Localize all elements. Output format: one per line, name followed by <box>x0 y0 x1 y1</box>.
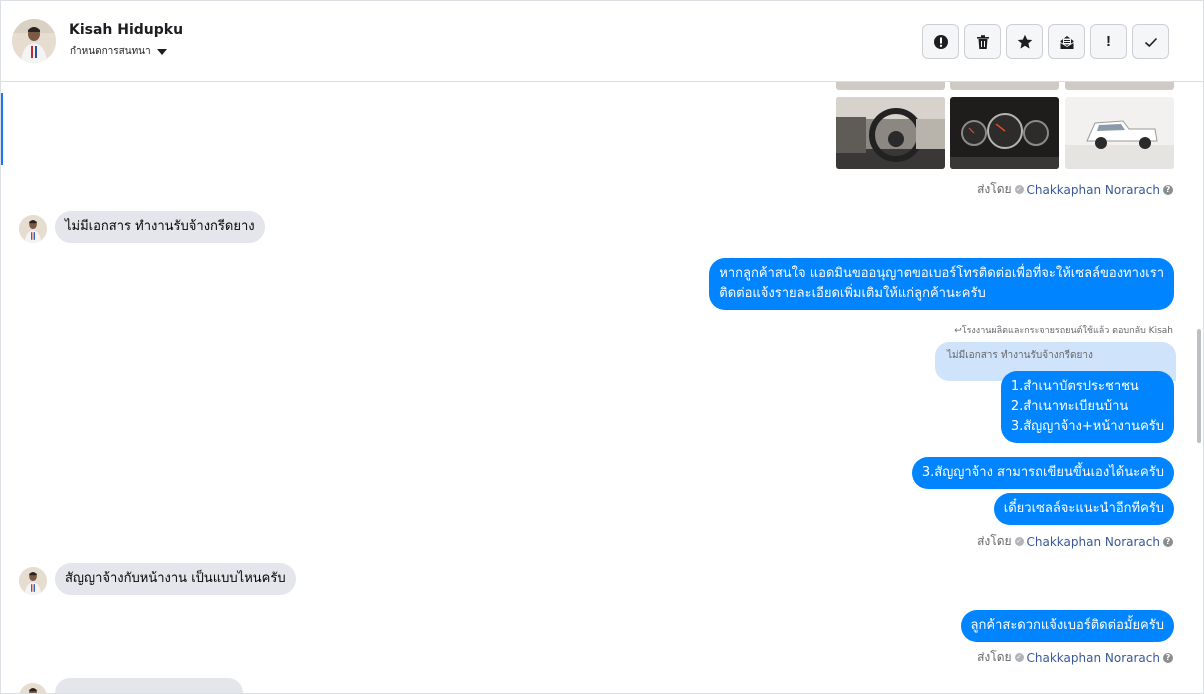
message-line: ติดต่อแจ้งรายละเอียดเพิ่มเติมให้แก่ลูกค้… <box>719 286 986 301</box>
exclamation-icon: ! <box>1106 33 1111 50</box>
sent-by-label: ส่งโดย ✓ Chakkaphan Norarach ? <box>977 532 1173 551</box>
incoming-message[interactable] <box>55 678 243 693</box>
contact-avatar[interactable] <box>12 19 56 63</box>
reply-context-label: ↩โรงงานผลิตและกระจายรถยนต์ใช้แล้ว ตอบกลั… <box>954 323 1173 337</box>
caret-down-icon <box>156 48 167 55</box>
photo-steering-wheel[interactable] <box>836 97 945 169</box>
star-icon <box>1017 34 1032 49</box>
outgoing-message[interactable]: เดี๋ยวเซลล์จะแนะนำอีกทีครับ <box>993 493 1174 525</box>
conversation-toolbar: ! <box>922 24 1169 59</box>
delete-button[interactable] <box>964 24 1001 59</box>
reply-icon: ↩ <box>954 326 962 336</box>
outgoing-message[interactable]: หากลูกค้าสนใจ แอดมินขออนุญาตขอเบอร์โทรติ… <box>709 258 1174 310</box>
sent-by-prefix: ส่งโดย <box>977 534 1012 548</box>
mark-unread-button[interactable] <box>1048 24 1085 59</box>
envelope-icon <box>1060 35 1073 49</box>
sender-page-link[interactable]: Chakkaphan Norarach <box>1027 183 1160 197</box>
message-line: 3.สัญญาจ้าง+หน้างานครับ <box>1010 419 1164 434</box>
sender-page-link[interactable]: Chakkaphan Norarach <box>1027 651 1160 665</box>
message-line: หากลูกค้าสนใจ แอดมินขออนุญาตขอเบอร์โทรติ… <box>719 266 1164 281</box>
mark-done-button[interactable] <box>1132 24 1169 59</box>
incoming-message[interactable]: สัญญาจ้างกับหน้างาน เป็นแบบไหนครับ <box>55 563 296 595</box>
selected-accent-line <box>1 93 3 165</box>
outgoing-message[interactable]: 3.สัญญาจ้าง สามารถเขียนขึ้นเองได้นะครับ <box>911 457 1174 489</box>
contact-avatar[interactable] <box>19 567 47 595</box>
check-icon <box>1144 37 1157 47</box>
photo-thumbnail[interactable] <box>1065 82 1174 90</box>
trash-icon <box>976 34 989 49</box>
help-icon[interactable]: ? <box>1163 184 1173 195</box>
sender-page-link[interactable]: Chakkaphan Norarach <box>1027 535 1160 549</box>
photo-thumbnail[interactable] <box>836 82 945 90</box>
sent-by-prefix: ส่งโดย <box>977 650 1012 664</box>
report-spam-button[interactable] <box>922 24 959 59</box>
outgoing-message[interactable]: 1.สำเนาบัตรประชาชน 2.สำเนาทะเบียนบ้าน 3.… <box>1000 371 1174 443</box>
conversation-header: Kisah Hidupku กำหนดการสนทนา ! <box>1 1 1203 82</box>
conversation-status-dropdown[interactable]: กำหนดการสนทนา <box>70 44 167 59</box>
outgoing-message[interactable]: ลูกค้าสะดวกแจ้งเบอร์ติดต่อมั้ยครับ <box>960 610 1174 642</box>
photo-white-pickup[interactable] <box>1065 97 1174 169</box>
help-icon[interactable]: ? <box>1163 652 1173 663</box>
photo-thumbnail[interactable] <box>950 82 1059 90</box>
alert-circle-icon <box>933 34 948 49</box>
scrollbar-thumb[interactable] <box>1197 329 1201 443</box>
contact-name[interactable]: Kisah Hidupku <box>69 22 183 38</box>
conversation-status-label: กำหนดการสนทนา <box>70 46 151 57</box>
conversation-page: Kisah Hidupku กำหนดการสนทนา ! ส่งโดย ✓ C… <box>0 0 1204 694</box>
sent-by-label: ส่งโดย ✓ Chakkaphan Norarach ? <box>977 180 1173 199</box>
message-line: 1.สำเนาบัตรประชาชน <box>1010 379 1139 394</box>
message-line: 2.สำเนาทะเบียนบ้าน <box>1010 399 1129 414</box>
star-button[interactable] <box>1006 24 1043 59</box>
follow-up-button[interactable]: ! <box>1090 24 1127 59</box>
help-icon[interactable]: ? <box>1163 536 1173 547</box>
verified-icon: ✓ <box>1014 185 1024 194</box>
contact-avatar[interactable] <box>19 215 47 243</box>
verified-icon: ✓ <box>1014 653 1024 662</box>
contact-avatar[interactable] <box>19 683 47 693</box>
reply-context-text: โรงงานผลิตและกระจายรถยนต์ใช้แล้ว ตอบกลับ… <box>961 326 1173 336</box>
photo-dashboard-gauges[interactable] <box>950 97 1059 169</box>
sent-by-label: ส่งโดย ✓ Chakkaphan Norarach ? <box>977 648 1173 667</box>
sent-by-prefix: ส่งโดย <box>977 182 1012 196</box>
incoming-message[interactable]: ไม่มีเอกสาร ทำงานรับจ้างกรีดยาง <box>55 211 265 243</box>
verified-icon: ✓ <box>1014 537 1024 546</box>
